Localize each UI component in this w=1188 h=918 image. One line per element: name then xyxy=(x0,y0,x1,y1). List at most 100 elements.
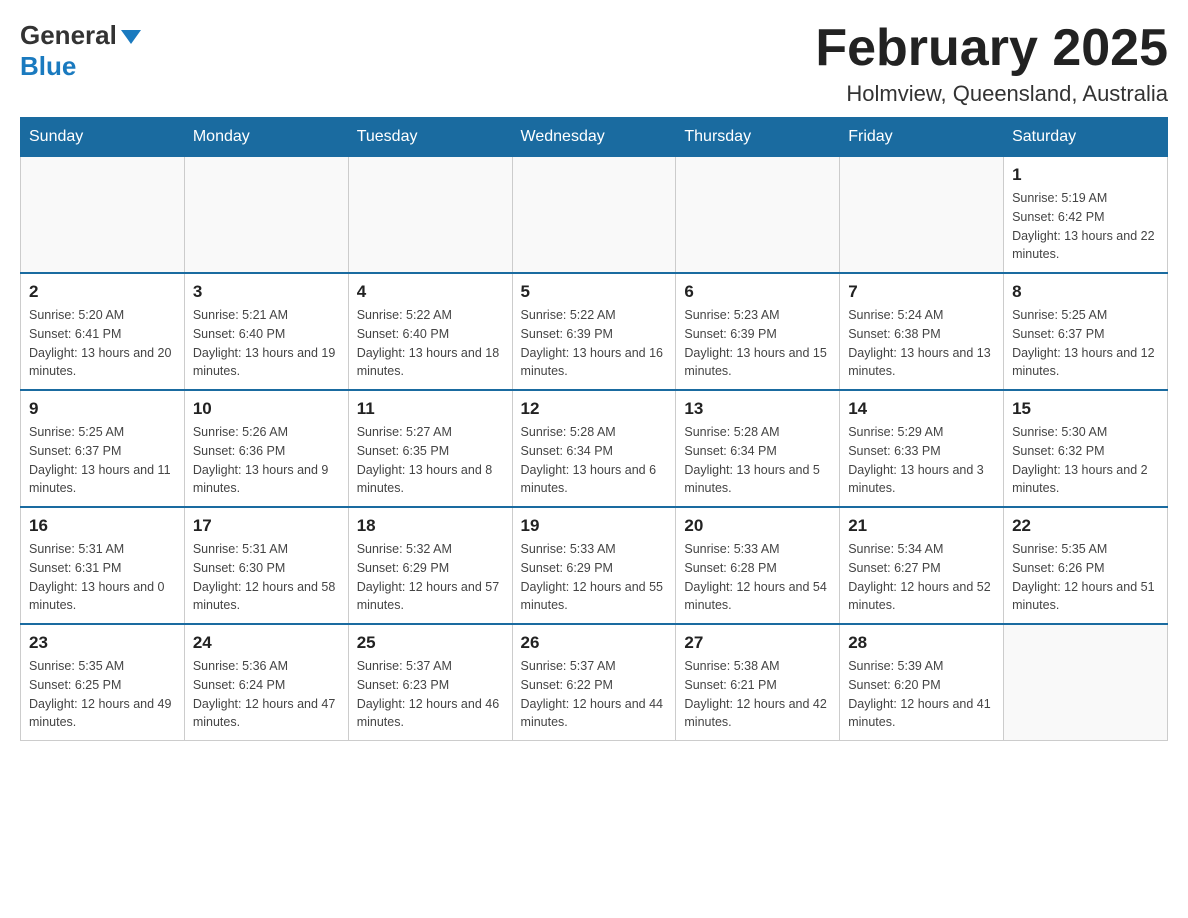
day-number: 14 xyxy=(848,399,995,419)
day-number: 22 xyxy=(1012,516,1159,536)
day-number: 19 xyxy=(521,516,668,536)
day-info: Sunrise: 5:23 AM Sunset: 6:39 PM Dayligh… xyxy=(684,306,831,381)
calendar-day-cell: 14 Sunrise: 5:29 AM Sunset: 6:33 PM Dayli… xyxy=(840,390,1004,507)
day-info: Sunrise: 5:19 AM Sunset: 6:42 PM Dayligh… xyxy=(1012,189,1159,264)
calendar-day-cell: 28 Sunrise: 5:39 AM Sunset: 6:20 PM Dayli… xyxy=(840,624,1004,741)
day-number: 9 xyxy=(29,399,176,419)
column-header-sunday: Sunday xyxy=(21,118,185,157)
calendar-table: SundayMondayTuesdayWednesdayThursdayFrid… xyxy=(20,117,1168,741)
day-number: 7 xyxy=(848,282,995,302)
column-header-friday: Friday xyxy=(840,118,1004,157)
calendar-day-cell: 2 Sunrise: 5:20 AM Sunset: 6:41 PM Daylig… xyxy=(21,273,185,390)
logo-general-text: General xyxy=(20,20,117,51)
calendar-day-cell: 10 Sunrise: 5:26 AM Sunset: 6:36 PM Dayli… xyxy=(184,390,348,507)
day-info: Sunrise: 5:26 AM Sunset: 6:36 PM Dayligh… xyxy=(193,423,340,498)
column-header-monday: Monday xyxy=(184,118,348,157)
calendar-week-row: 1 Sunrise: 5:19 AM Sunset: 6:42 PM Daylig… xyxy=(21,157,1168,274)
calendar-day-cell xyxy=(21,157,185,274)
calendar-week-row: 23 Sunrise: 5:35 AM Sunset: 6:25 PM Dayli… xyxy=(21,624,1168,741)
calendar-day-cell: 11 Sunrise: 5:27 AM Sunset: 6:35 PM Dayli… xyxy=(348,390,512,507)
calendar-day-cell: 21 Sunrise: 5:34 AM Sunset: 6:27 PM Dayli… xyxy=(840,507,1004,624)
day-info: Sunrise: 5:39 AM Sunset: 6:20 PM Dayligh… xyxy=(848,657,995,732)
calendar-week-row: 9 Sunrise: 5:25 AM Sunset: 6:37 PM Daylig… xyxy=(21,390,1168,507)
day-number: 16 xyxy=(29,516,176,536)
day-number: 15 xyxy=(1012,399,1159,419)
day-info: Sunrise: 5:30 AM Sunset: 6:32 PM Dayligh… xyxy=(1012,423,1159,498)
day-number: 3 xyxy=(193,282,340,302)
calendar-day-cell: 1 Sunrise: 5:19 AM Sunset: 6:42 PM Daylig… xyxy=(1004,157,1168,274)
logo-blue-text: Blue xyxy=(20,51,76,82)
calendar-day-cell: 3 Sunrise: 5:21 AM Sunset: 6:40 PM Daylig… xyxy=(184,273,348,390)
calendar-day-cell: 22 Sunrise: 5:35 AM Sunset: 6:26 PM Dayli… xyxy=(1004,507,1168,624)
day-number: 28 xyxy=(848,633,995,653)
day-number: 4 xyxy=(357,282,504,302)
day-info: Sunrise: 5:25 AM Sunset: 6:37 PM Dayligh… xyxy=(1012,306,1159,381)
day-number: 8 xyxy=(1012,282,1159,302)
day-number: 23 xyxy=(29,633,176,653)
column-header-tuesday: Tuesday xyxy=(348,118,512,157)
calendar-day-cell: 26Sunrise: 5:37 AM Sunset: 6:22 PM Dayli… xyxy=(512,624,676,741)
day-info: Sunrise: 5:20 AM Sunset: 6:41 PM Dayligh… xyxy=(29,306,176,381)
day-number: 1 xyxy=(1012,165,1159,185)
calendar-day-cell xyxy=(676,157,840,274)
calendar-day-cell: 7Sunrise: 5:24 AM Sunset: 6:38 PM Daylig… xyxy=(840,273,1004,390)
calendar-header-row: SundayMondayTuesdayWednesdayThursdayFrid… xyxy=(21,118,1168,157)
day-info: Sunrise: 5:32 AM Sunset: 6:29 PM Dayligh… xyxy=(357,540,504,615)
day-number: 12 xyxy=(521,399,668,419)
calendar-week-row: 2 Sunrise: 5:20 AM Sunset: 6:41 PM Daylig… xyxy=(21,273,1168,390)
calendar-day-cell: 9 Sunrise: 5:25 AM Sunset: 6:37 PM Daylig… xyxy=(21,390,185,507)
calendar-day-cell: 8 Sunrise: 5:25 AM Sunset: 6:37 PM Daylig… xyxy=(1004,273,1168,390)
calendar-week-row: 16 Sunrise: 5:31 AM Sunset: 6:31 PM Dayli… xyxy=(21,507,1168,624)
day-number: 21 xyxy=(848,516,995,536)
calendar-day-cell: 4 Sunrise: 5:22 AM Sunset: 6:40 PM Daylig… xyxy=(348,273,512,390)
day-info: Sunrise: 5:31 AM Sunset: 6:30 PM Dayligh… xyxy=(193,540,340,615)
day-info: Sunrise: 5:33 AM Sunset: 6:28 PM Dayligh… xyxy=(684,540,831,615)
location-subtitle: Holmview, Queensland, Australia xyxy=(815,81,1168,107)
column-header-thursday: Thursday xyxy=(676,118,840,157)
calendar-day-cell: 20Sunrise: 5:33 AM Sunset: 6:28 PM Dayli… xyxy=(676,507,840,624)
column-header-wednesday: Wednesday xyxy=(512,118,676,157)
calendar-day-cell: 6 Sunrise: 5:23 AM Sunset: 6:39 PM Daylig… xyxy=(676,273,840,390)
day-info: Sunrise: 5:31 AM Sunset: 6:31 PM Dayligh… xyxy=(29,540,176,615)
day-info: Sunrise: 5:28 AM Sunset: 6:34 PM Dayligh… xyxy=(521,423,668,498)
day-number: 25 xyxy=(357,633,504,653)
calendar-day-cell: 24 Sunrise: 5:36 AM Sunset: 6:24 PM Dayli… xyxy=(184,624,348,741)
day-info: Sunrise: 5:27 AM Sunset: 6:35 PM Dayligh… xyxy=(357,423,504,498)
day-number: 11 xyxy=(357,399,504,419)
day-number: 2 xyxy=(29,282,176,302)
day-number: 27 xyxy=(684,633,831,653)
day-info: Sunrise: 5:22 AM Sunset: 6:40 PM Dayligh… xyxy=(357,306,504,381)
calendar-day-cell: 25 Sunrise: 5:37 AM Sunset: 6:23 PM Dayli… xyxy=(348,624,512,741)
day-info: Sunrise: 5:28 AM Sunset: 6:34 PM Dayligh… xyxy=(684,423,831,498)
calendar-day-cell xyxy=(348,157,512,274)
calendar-day-cell: 5 Sunrise: 5:22 AM Sunset: 6:39 PM Daylig… xyxy=(512,273,676,390)
day-number: 10 xyxy=(193,399,340,419)
calendar-day-cell xyxy=(184,157,348,274)
day-number: 5 xyxy=(521,282,668,302)
day-number: 26 xyxy=(521,633,668,653)
day-number: 17 xyxy=(193,516,340,536)
calendar-day-cell: 13Sunrise: 5:28 AM Sunset: 6:34 PM Dayli… xyxy=(676,390,840,507)
day-info: Sunrise: 5:35 AM Sunset: 6:26 PM Dayligh… xyxy=(1012,540,1159,615)
day-number: 6 xyxy=(684,282,831,302)
calendar-day-cell: 16 Sunrise: 5:31 AM Sunset: 6:31 PM Dayli… xyxy=(21,507,185,624)
day-info: Sunrise: 5:29 AM Sunset: 6:33 PM Dayligh… xyxy=(848,423,995,498)
calendar-day-cell: 27Sunrise: 5:38 AM Sunset: 6:21 PM Dayli… xyxy=(676,624,840,741)
month-title: February 2025 xyxy=(815,20,1168,77)
logo: General Blue xyxy=(20,20,141,82)
page-header: General Blue February 2025 Holmview, Que… xyxy=(20,20,1168,107)
calendar-day-cell: 17 Sunrise: 5:31 AM Sunset: 6:30 PM Dayli… xyxy=(184,507,348,624)
day-info: Sunrise: 5:35 AM Sunset: 6:25 PM Dayligh… xyxy=(29,657,176,732)
calendar-day-cell xyxy=(512,157,676,274)
day-info: Sunrise: 5:21 AM Sunset: 6:40 PM Dayligh… xyxy=(193,306,340,381)
calendar-day-cell: 12 Sunrise: 5:28 AM Sunset: 6:34 PM Dayli… xyxy=(512,390,676,507)
day-info: Sunrise: 5:34 AM Sunset: 6:27 PM Dayligh… xyxy=(848,540,995,615)
day-info: Sunrise: 5:25 AM Sunset: 6:37 PM Dayligh… xyxy=(29,423,176,498)
calendar-day-cell: 23 Sunrise: 5:35 AM Sunset: 6:25 PM Dayli… xyxy=(21,624,185,741)
day-info: Sunrise: 5:36 AM Sunset: 6:24 PM Dayligh… xyxy=(193,657,340,732)
logo-arrow-icon xyxy=(121,30,141,44)
day-info: Sunrise: 5:37 AM Sunset: 6:23 PM Dayligh… xyxy=(357,657,504,732)
day-number: 24 xyxy=(193,633,340,653)
day-info: Sunrise: 5:22 AM Sunset: 6:39 PM Dayligh… xyxy=(521,306,668,381)
calendar-day-cell: 15 Sunrise: 5:30 AM Sunset: 6:32 PM Dayli… xyxy=(1004,390,1168,507)
